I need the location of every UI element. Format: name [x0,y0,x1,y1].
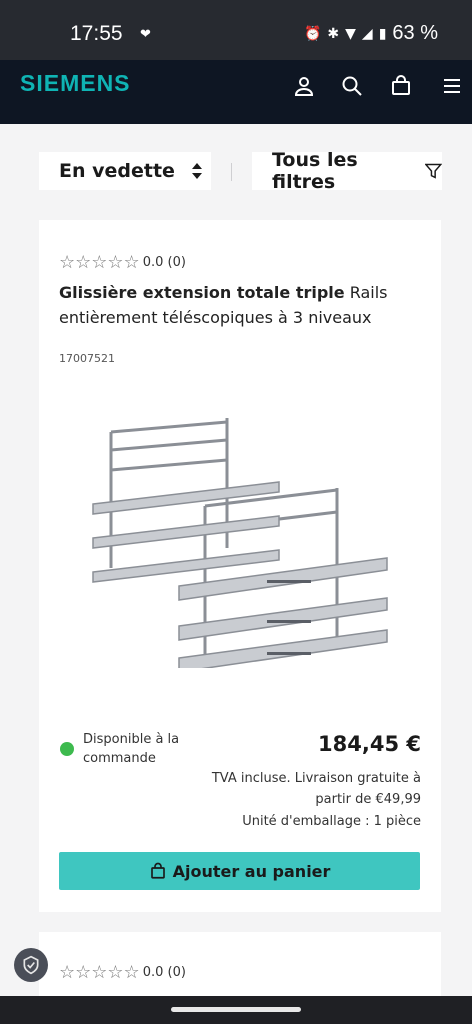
alarm-icon: ⏰ [303,25,322,42]
rating-stars: ☆☆☆☆☆ 0.0 (0) [59,962,186,983]
tax-shipping-note: TVA incluse. Livraison gratuite à partir… [211,771,421,807]
trust-badge[interactable] [14,948,48,982]
rating-stars: ☆☆☆☆☆ 0.0 (0) [59,252,186,273]
packaging-unit: Unité d'emballage : 1 pièce [242,814,421,829]
rating-value: 0.0 (0) [142,965,186,980]
status-time: 17:55 [70,22,123,45]
notification-icon: ❤ [140,27,151,42]
sort-button[interactable]: En vedette [39,152,211,190]
product-title-bold: Glissière extension totale triple [59,283,345,302]
brand-logo[interactable]: SIEMENS [20,70,131,97]
toolbar-divider [231,163,232,181]
product-card[interactable]: ☆☆☆☆☆ 0.0 (0) Glissière extension totale… [39,220,441,912]
home-gesture-pill[interactable] [171,1007,301,1012]
system-nav-bar [0,996,472,1024]
filter-icon [425,163,442,179]
rating-value: 0.0 (0) [142,255,186,270]
add-to-cart-label: Ajouter au panier [172,861,331,881]
product-title[interactable]: Glissière extension totale triple Rails … [59,280,419,330]
bluetooth-icon: ✱ [327,25,340,42]
star-icons: ☆☆☆☆☆ [59,252,140,273]
account-icon[interactable] [292,74,316,98]
cart-icon [150,862,165,879]
shield-check-icon [23,955,39,975]
product-image[interactable] [87,408,392,668]
battery-icon: ▮ [378,25,387,42]
menu-icon[interactable] [440,74,464,98]
status-bar: 17:55 ❤ ⏰ ✱ ▼ ◢ ▮ 63 % [0,0,472,60]
battery-percent: 63 % [392,22,438,44]
availability-dot [60,742,74,756]
sort-arrows-icon [191,163,202,179]
all-filters-button[interactable]: Tous les filtres [252,149,442,193]
sort-label: En vedette [59,160,175,182]
product-sku: 17007521 [59,352,115,365]
status-icons: ⏰ ✱ ▼ ◢ ▮ 63 % [304,22,438,45]
cart-icon[interactable] [389,74,413,98]
signal-icon: ◢ [361,25,373,42]
search-icon[interactable] [340,74,364,98]
availability-text: Disponible à la commande [83,732,180,766]
add-to-cart-button[interactable]: Ajouter au panier [59,852,420,890]
wifi-icon: ▼ [345,25,356,42]
site-header: SIEMENS [0,60,472,124]
star-icons: ☆☆☆☆☆ [59,962,140,983]
product-price: 184,45 € [318,732,421,756]
filters-label: Tous les filtres [272,149,358,193]
